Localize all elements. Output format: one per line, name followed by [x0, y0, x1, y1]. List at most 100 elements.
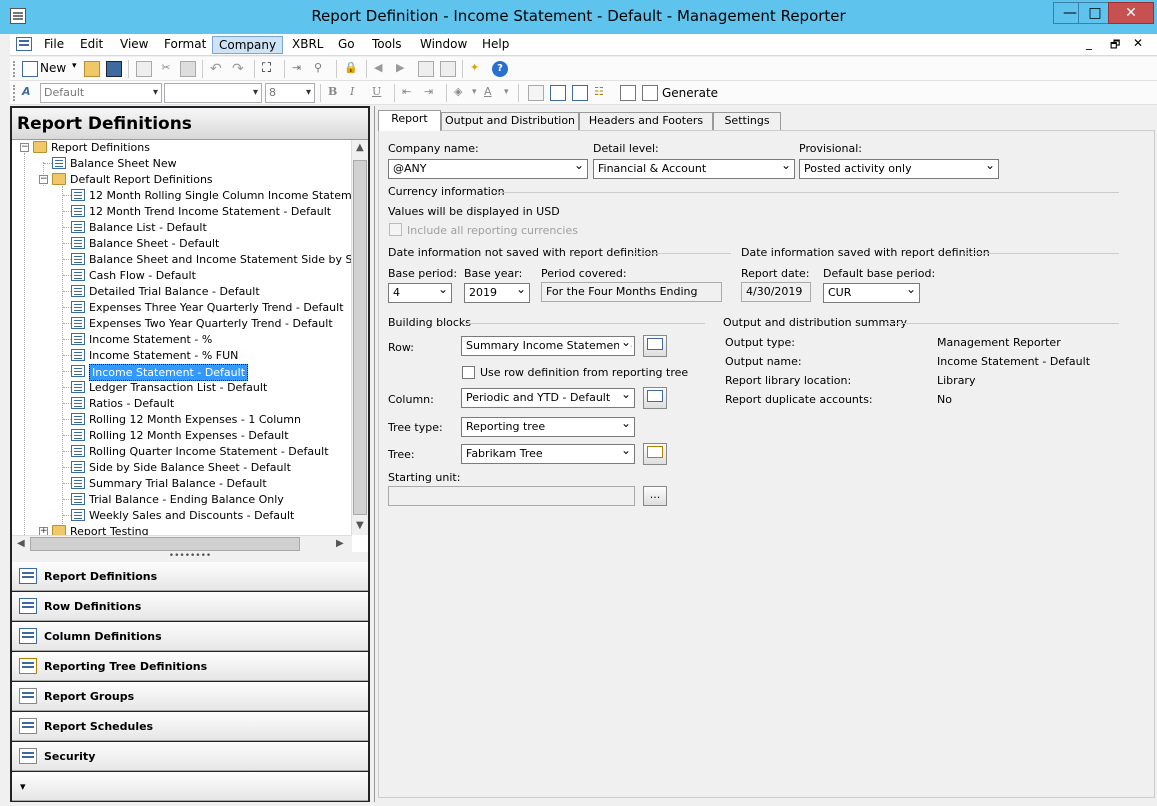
- tree-root[interactable]: Report Definitions: [33, 140, 150, 155]
- column-definition-icon[interactable]: [572, 85, 588, 101]
- tree-item[interactable]: Balance Sheet New: [52, 156, 177, 171]
- menu-xbrl[interactable]: XBRL: [286, 36, 329, 54]
- decrease-indent-icon[interactable]: ⇤: [402, 85, 418, 101]
- open-row-definition-button[interactable]: [643, 335, 667, 357]
- report-library-icon[interactable]: [620, 85, 636, 101]
- open-tree-button[interactable]: [643, 443, 667, 465]
- undo-icon[interactable]: ↶: [210, 61, 226, 77]
- expand-folder-toggle[interactable]: −: [39, 175, 48, 184]
- redo-icon[interactable]: ↷: [232, 61, 248, 77]
- tree-vertical-scrollbar[interactable]: ▲ ▼: [351, 140, 368, 535]
- vertical-scroll-thumb[interactable]: [353, 160, 367, 515]
- font-size-select[interactable]: 8: [265, 83, 315, 103]
- tree-item[interactable]: Ratios - Default: [71, 396, 174, 411]
- bold-button[interactable]: B: [328, 85, 344, 101]
- menu-tools[interactable]: Tools: [366, 36, 408, 54]
- nav-overflow-button[interactable]: ▾: [12, 772, 368, 801]
- tab-report[interactable]: Report: [378, 110, 441, 131]
- cut-icon[interactable]: ✂: [158, 61, 174, 77]
- base-period-select[interactable]: 4: [388, 283, 452, 303]
- toolbar-grip[interactable]: [13, 85, 17, 101]
- base-year-select[interactable]: 2019: [464, 283, 530, 303]
- document-menu-icon[interactable]: [16, 37, 32, 51]
- nav-report-schedules[interactable]: Report Schedules: [12, 712, 368, 741]
- lock-icon[interactable]: 🔒: [344, 61, 360, 77]
- tree-select[interactable]: Fabrikam Tree: [461, 444, 635, 464]
- menu-company[interactable]: Company: [212, 36, 284, 54]
- forward-arrow-icon[interactable]: ▶: [396, 61, 412, 77]
- default-base-period-select[interactable]: CUR: [823, 283, 920, 303]
- period-covered-field[interactable]: For the Four Months Ending: [541, 282, 722, 302]
- tree-item[interactable]: Detailed Trial Balance - Default: [71, 284, 260, 299]
- nav-reporting-tree-definitions[interactable]: Reporting Tree Definitions: [12, 652, 368, 681]
- row-definition-icon[interactable]: [550, 85, 566, 101]
- font-name-select[interactable]: Default: [40, 83, 162, 103]
- nav-column-definitions[interactable]: Column Definitions: [12, 622, 368, 651]
- new-report-icon[interactable]: [22, 61, 38, 77]
- nav-security[interactable]: Security: [12, 742, 368, 771]
- tree-item[interactable]: Cash Flow - Default: [71, 268, 196, 283]
- menu-go[interactable]: Go: [332, 36, 361, 54]
- tree-folder-default[interactable]: Default Report Definitions: [52, 172, 213, 187]
- fill-color-icon[interactable]: ◈: [454, 85, 470, 101]
- report-date-field[interactable]: 4/30/2019: [741, 282, 811, 302]
- starting-unit-browse-button[interactable]: ...: [643, 486, 667, 506]
- tree-item[interactable]: Balance Sheet - Default: [71, 236, 219, 251]
- pane-splitter[interactable]: ••••••••: [12, 552, 368, 562]
- menu-window[interactable]: Window: [414, 36, 473, 54]
- tree-horizontal-scrollbar[interactable]: ◀ ▶: [12, 535, 352, 552]
- paste-icon[interactable]: [180, 61, 196, 77]
- provisional-select[interactable]: Posted activity only: [799, 159, 999, 179]
- tree-item[interactable]: Expenses Two Year Quarterly Trend - Defa…: [71, 316, 333, 331]
- fill-color-dropdown-icon[interactable]: ▾: [472, 87, 477, 97]
- close-button[interactable]: ✕: [1108, 2, 1154, 24]
- new-button-label[interactable]: New: [40, 61, 66, 75]
- tab-settings[interactable]: Settings: [713, 112, 781, 130]
- company-name-select[interactable]: @ANY: [388, 159, 588, 179]
- mdi-minimize-button[interactable]: _: [1086, 36, 1092, 50]
- unlink-icon[interactable]: [440, 61, 456, 77]
- row-definition-select[interactable]: Summary Income Statement - D: [461, 336, 635, 356]
- menu-file[interactable]: File: [38, 36, 70, 54]
- report-definition-icon[interactable]: [528, 85, 544, 101]
- back-arrow-icon[interactable]: ◀: [374, 61, 390, 77]
- increase-indent-icon[interactable]: ⇥: [424, 85, 440, 101]
- reporting-tree-icon[interactable]: ☷: [594, 85, 610, 101]
- menu-edit[interactable]: Edit: [74, 36, 109, 54]
- underline-button[interactable]: U: [372, 85, 388, 101]
- tree-item[interactable]: Rolling 12 Month Expenses - Default: [71, 428, 289, 443]
- font-color-dropdown-icon[interactable]: ▾: [504, 87, 509, 97]
- new-dropdown-arrow-icon[interactable]: ▾: [72, 61, 77, 71]
- style-select[interactable]: [164, 83, 262, 103]
- tree-item[interactable]: 12 Month Rolling Single Column Income St…: [71, 188, 368, 203]
- tree-item[interactable]: Balance List - Default: [71, 220, 207, 235]
- tree-item[interactable]: Summary Trial Balance - Default: [71, 476, 267, 491]
- tree-item[interactable]: Income Statement - %: [71, 332, 212, 347]
- tree-item[interactable]: Rolling Quarter Income Statement - Defau…: [71, 444, 329, 459]
- starting-unit-field[interactable]: [388, 486, 635, 506]
- tab-output-distribution[interactable]: Output and Distribution: [441, 112, 579, 130]
- tree-item[interactable]: 12 Month Trend Income Statement - Defaul…: [71, 204, 331, 219]
- tree-item[interactable]: Income Statement - Default: [71, 364, 249, 381]
- menu-view[interactable]: View: [114, 36, 154, 54]
- tree-item[interactable]: Balance Sheet and Income Statement Side …: [71, 252, 368, 267]
- save-icon[interactable]: [106, 61, 122, 77]
- tree-item[interactable]: Expenses Three Year Quarterly Trend - De…: [71, 300, 344, 315]
- nav-row-definitions[interactable]: Row Definitions: [12, 592, 368, 621]
- tree-item[interactable]: Trial Balance - Ending Balance Only: [71, 492, 284, 507]
- horizontal-scroll-thumb[interactable]: [30, 537, 300, 551]
- use-row-def-checkbox[interactable]: [462, 366, 475, 379]
- mdi-restore-button[interactable]: 🗗: [1110, 36, 1120, 55]
- tab-headers-footers[interactable]: Headers and Footers: [579, 112, 713, 130]
- tree-item[interactable]: Ledger Transaction List - Default: [71, 380, 267, 395]
- link-icon[interactable]: [418, 61, 434, 77]
- menu-help[interactable]: Help: [476, 36, 515, 54]
- tree-item[interactable]: Income Statement - % FUN: [71, 348, 238, 363]
- open-folder-icon[interactable]: [84, 61, 100, 77]
- generate-icon[interactable]: [642, 85, 658, 101]
- copy-icon[interactable]: [136, 61, 152, 77]
- report-tree[interactable]: − Report Definitions Balance Sheet New −…: [12, 140, 368, 552]
- tree-item[interactable]: Rolling 12 Month Expenses - 1 Column: [71, 412, 301, 427]
- toolbar-grip[interactable]: [13, 61, 17, 77]
- font-color-button[interactable]: A: [484, 85, 500, 101]
